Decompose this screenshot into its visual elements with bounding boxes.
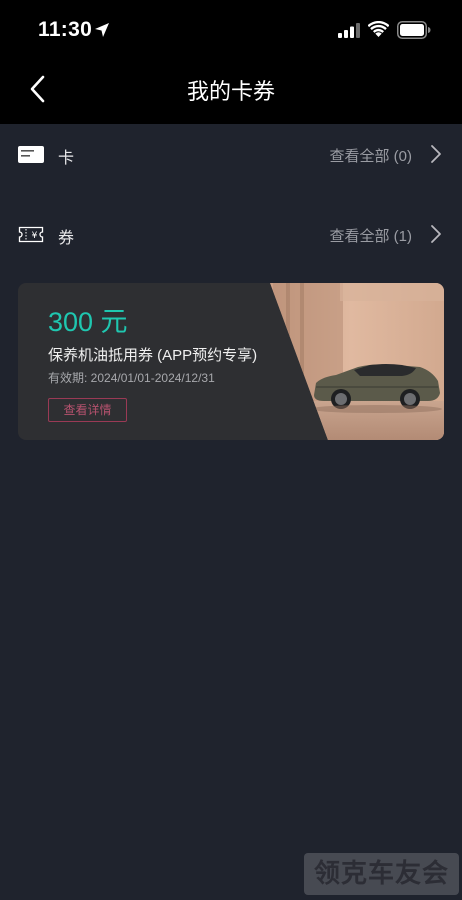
chevron-right-icon [431, 225, 441, 243]
coupon-validity: 有效期: 2024/01/01-2024/12/31 [48, 371, 215, 385]
chevron-right-icon [431, 145, 441, 163]
coupon-name: 保养机油抵用券 (APP预约专享) [48, 347, 258, 364]
battery-icon [397, 21, 431, 39]
nav-bar: 我的卡券 [0, 62, 462, 124]
svg-text:¥: ¥ [32, 231, 38, 241]
coupon-card[interactable]: 300 元 保养机油抵用券 (APP预约专享) 有效期: 2024/01/01-… [18, 283, 444, 440]
view-details-button[interactable]: 查看详情 [48, 398, 127, 422]
watermark-logo: 领克车友会 [304, 853, 459, 895]
coupons-label: 券 [58, 228, 75, 247]
wifi-icon [368, 21, 389, 37]
card-icon [18, 146, 44, 163]
cards-view-all-link[interactable]: 查看全部 (0) [329, 145, 412, 166]
coupon-amount: 300 元 [48, 307, 128, 337]
coupons-view-all-link[interactable]: 查看全部 (1) [329, 225, 412, 246]
coupons-row[interactable]: ¥ 券 查看全部 (1) [0, 204, 462, 264]
page-title: 我的卡券 [186, 80, 275, 105]
status-bar: 11:30 [0, 0, 462, 62]
ticket-icon: ¥ [18, 226, 44, 243]
status-time: 11:30 [38, 18, 93, 41]
location-arrow-icon [95, 23, 109, 37]
cellular-signal-icon [338, 23, 360, 38]
cards-row[interactable]: 卡 查看全部 (0) [0, 124, 462, 184]
cards-label: 卡 [58, 148, 75, 167]
